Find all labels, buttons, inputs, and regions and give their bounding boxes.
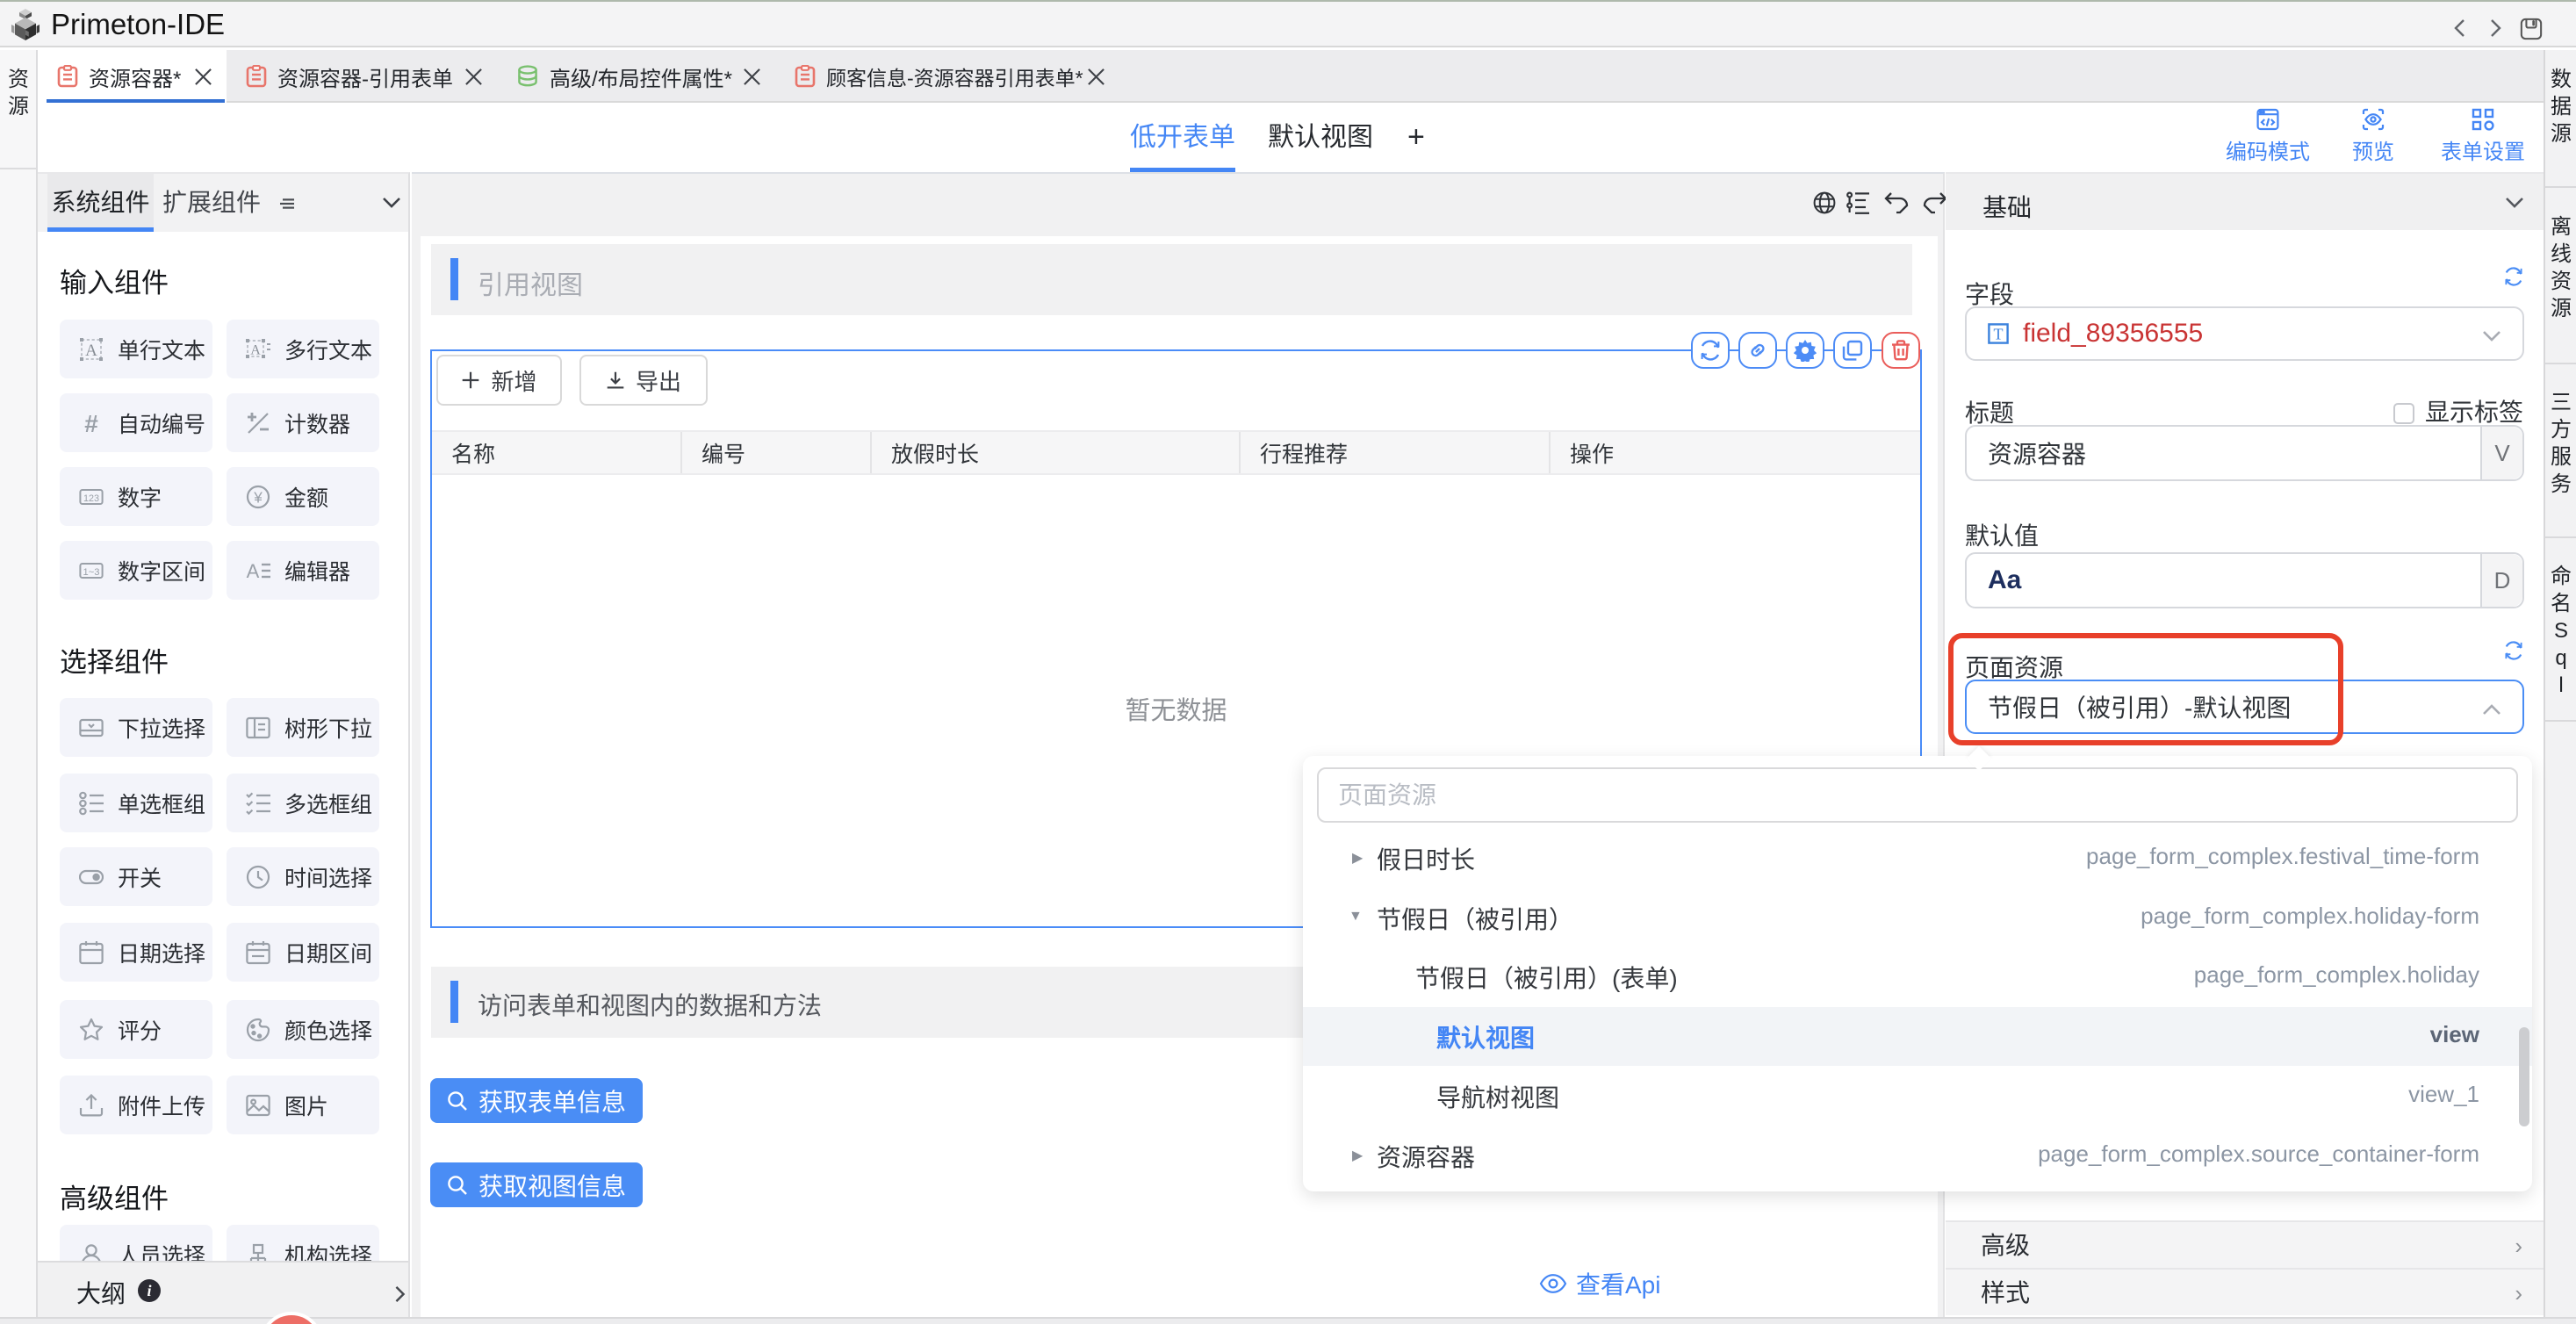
svg-text:T: T: [1994, 326, 2004, 343]
svg-text:#: #: [84, 411, 98, 435]
svg-text:¥: ¥: [253, 488, 263, 506]
svg-text:A: A: [85, 341, 97, 359]
svg-text:A: A: [247, 560, 260, 582]
svg-text:123: 123: [83, 493, 99, 504]
svg-text:1~3: 1~3: [83, 566, 100, 577]
svg-text:A: A: [250, 342, 261, 357]
